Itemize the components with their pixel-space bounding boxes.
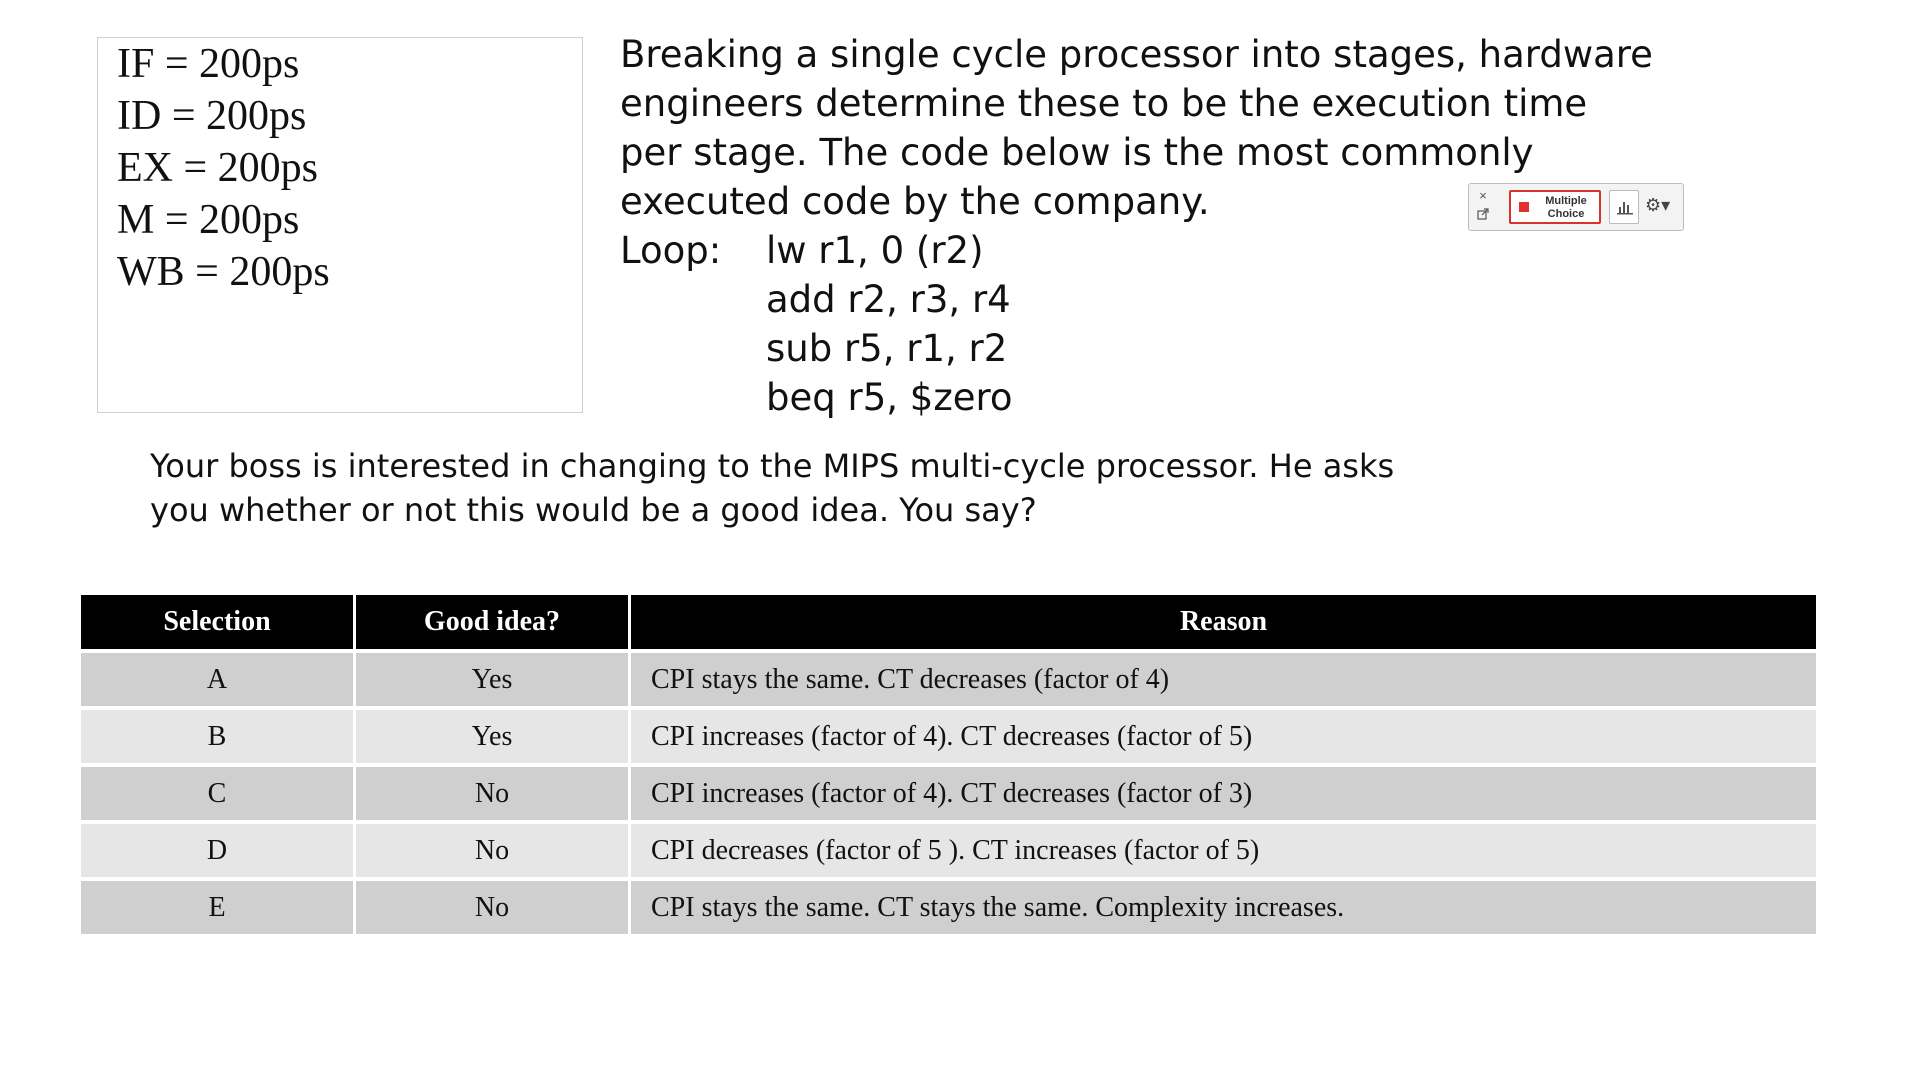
- stage-time-m: M = 200ps: [117, 197, 300, 243]
- cell-reason: CPI increases (factor of 4). CT decrease…: [631, 763, 1816, 820]
- table-row: A Yes CPI stays the same. CT decreases (…: [81, 649, 1816, 706]
- code-line: add r2, r3, r4: [620, 275, 1013, 324]
- bar-chart-icon: [1617, 202, 1633, 215]
- gear-icon[interactable]: ⚙▾: [1645, 194, 1670, 216]
- cell-reason: CPI stays the same. CT decreases (factor…: [631, 649, 1816, 706]
- code-instruction: add r2, r3, r4: [766, 278, 1011, 321]
- table-header-row: Selection Good idea? Reason: [81, 595, 1816, 649]
- cell-selection: E: [81, 877, 356, 934]
- code-instruction: sub r5, r1, r2: [766, 327, 1008, 370]
- cell-reason: CPI decreases (factor of 5 ). CT increas…: [631, 820, 1816, 877]
- cell-selection: D: [81, 820, 356, 877]
- multiple-choice-button[interactable]: Multiple Choice: [1509, 190, 1601, 224]
- code-instruction: lw r1, 0 (r2): [766, 229, 984, 272]
- table-row: E No CPI stays the same. CT stays the sa…: [81, 877, 1816, 934]
- code-label: [620, 324, 766, 373]
- cell-selection: A: [81, 649, 356, 706]
- stage-time-wb: WB = 200ps: [117, 249, 330, 295]
- cell-good-idea: Yes: [356, 649, 631, 706]
- code-label: Loop:: [620, 229, 722, 272]
- code-listing: Loop: lw r1, 0 (r2) add r2, r3, r4 sub r…: [620, 226, 1013, 422]
- stop-icon: [1519, 202, 1529, 212]
- table-row: D No CPI decreases (factor of 5 ). CT in…: [81, 820, 1816, 877]
- cell-reason: CPI stays the same. CT stays the same. C…: [631, 877, 1816, 934]
- question-line: you whether or not this would be a good …: [150, 491, 1037, 529]
- intro-line: engineers determine these to be the exec…: [620, 82, 1588, 125]
- stage-time-if: IF = 200ps: [117, 41, 300, 87]
- intro-text: Breaking a single cycle processor into s…: [620, 30, 1880, 226]
- cell-good-idea: No: [356, 877, 631, 934]
- multiple-choice-label: Multiple Choice: [1535, 195, 1597, 221]
- header-good-idea: Good idea?: [356, 595, 631, 649]
- multiple-choice-label-line1: Multiple: [1545, 195, 1587, 207]
- table-row: B Yes CPI increases (factor of 4). CT de…: [81, 706, 1816, 763]
- stage-time-ex: EX = 200ps: [117, 145, 319, 191]
- cell-good-idea: Yes: [356, 706, 631, 763]
- cell-good-idea: No: [356, 763, 631, 820]
- answer-table: Selection Good idea? Reason A Yes CPI st…: [81, 595, 1816, 934]
- poll-toolbar: × Multiple Choice ⚙▾: [1468, 183, 1684, 231]
- popout-icon[interactable]: [1475, 206, 1491, 226]
- code-label: [620, 373, 766, 422]
- cell-reason: CPI increases (factor of 4). CT decrease…: [631, 706, 1816, 763]
- cell-selection: B: [81, 706, 356, 763]
- table-row: C No CPI increases (factor of 4). CT dec…: [81, 763, 1816, 820]
- cell-good-idea: No: [356, 820, 631, 877]
- close-icon[interactable]: ×: [1475, 186, 1491, 206]
- code-line: Loop: lw r1, 0 (r2): [620, 226, 1013, 275]
- stage-time-id: ID = 200ps: [117, 93, 307, 139]
- header-selection: Selection: [81, 595, 356, 649]
- question-line: Your boss is interested in changing to t…: [150, 447, 1395, 485]
- code-instruction: beq r5, $zero: [766, 376, 1013, 419]
- intro-line: executed code by the company.: [620, 180, 1210, 223]
- multiple-choice-label-line2: Choice: [1547, 208, 1585, 220]
- cell-selection: C: [81, 763, 356, 820]
- code-label: [620, 275, 766, 324]
- intro-line: per stage. The code below is the most co…: [620, 131, 1534, 174]
- code-line: sub r5, r1, r2: [620, 324, 1013, 373]
- results-chart-button[interactable]: [1609, 190, 1639, 224]
- poll-side-controls: ×: [1475, 186, 1491, 226]
- stage-times-box: IF = 200ps ID = 200ps EX = 200ps M = 200…: [97, 37, 583, 413]
- header-reason: Reason: [631, 595, 1816, 649]
- code-line: beq r5, $zero: [620, 373, 1013, 422]
- question-text: Your boss is interested in changing to t…: [150, 444, 1770, 532]
- intro-line: Breaking a single cycle processor into s…: [620, 33, 1653, 76]
